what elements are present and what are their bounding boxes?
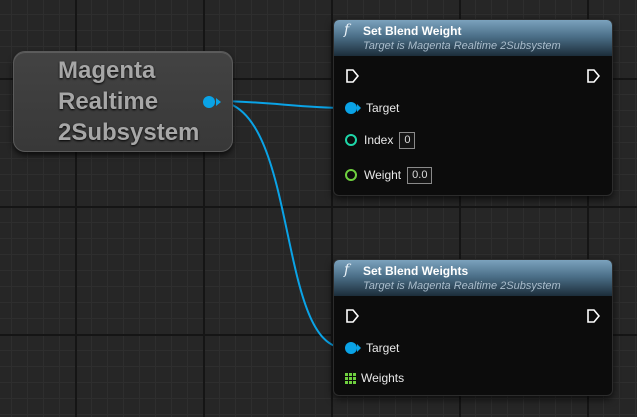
exec-out-pin-icon[interactable] (586, 309, 600, 323)
subsystem-getter-node[interactable]: Magenta Realtime 2Subsystem (13, 51, 233, 152)
target-pin-row[interactable]: Target (345, 99, 399, 117)
integer-pin-icon[interactable] (345, 134, 357, 146)
function-icon: f (344, 262, 350, 278)
node-header[interactable]: f Set Blend Weights Target is Magenta Re… (334, 260, 612, 296)
object-pin-icon[interactable] (345, 102, 361, 114)
weight-pin-row[interactable]: Weight 0.0 (345, 166, 433, 184)
weights-label: Weights (361, 371, 405, 385)
index-pin-row[interactable]: Index 0 (345, 131, 416, 149)
exec-in-pin-icon[interactable] (345, 309, 359, 323)
node-subtitle: Target is Magenta Realtime 2Subsystem (363, 280, 561, 292)
weight-value-field[interactable]: 0.0 (407, 166, 433, 184)
index-label: Index (364, 133, 394, 147)
weights-pin-row[interactable]: Weights (345, 369, 404, 387)
wire-to-set-blend-weight-target[interactable] (214, 100, 346, 109)
target-label: Target (366, 341, 400, 355)
node-header[interactable]: f Set Blend Weight Target is Magenta Rea… (334, 20, 612, 56)
target-pin-row[interactable]: Target (345, 339, 399, 357)
getter-output-pin[interactable] (203, 96, 215, 108)
function-icon: f (344, 22, 350, 38)
wire-to-set-blend-weights-target[interactable] (214, 100, 346, 349)
node-title: Set Blend Weights (363, 264, 469, 278)
array-pin-icon[interactable] (345, 372, 356, 384)
exec-in-pin-icon[interactable] (345, 69, 359, 83)
object-pin-icon[interactable] (345, 342, 361, 354)
getter-title: Magenta Realtime 2Subsystem (58, 57, 200, 146)
node-title: Set Blend Weight (363, 24, 462, 38)
exec-out-pin-icon[interactable] (586, 69, 600, 83)
weight-label: Weight (364, 168, 402, 182)
float-pin-icon[interactable] (345, 169, 357, 181)
index-value-field[interactable]: 0 (399, 131, 416, 149)
getter-output-arrow-icon (216, 98, 221, 106)
node-subtitle: Target is Magenta Realtime 2Subsystem (363, 40, 561, 52)
target-label: Target (366, 101, 400, 115)
